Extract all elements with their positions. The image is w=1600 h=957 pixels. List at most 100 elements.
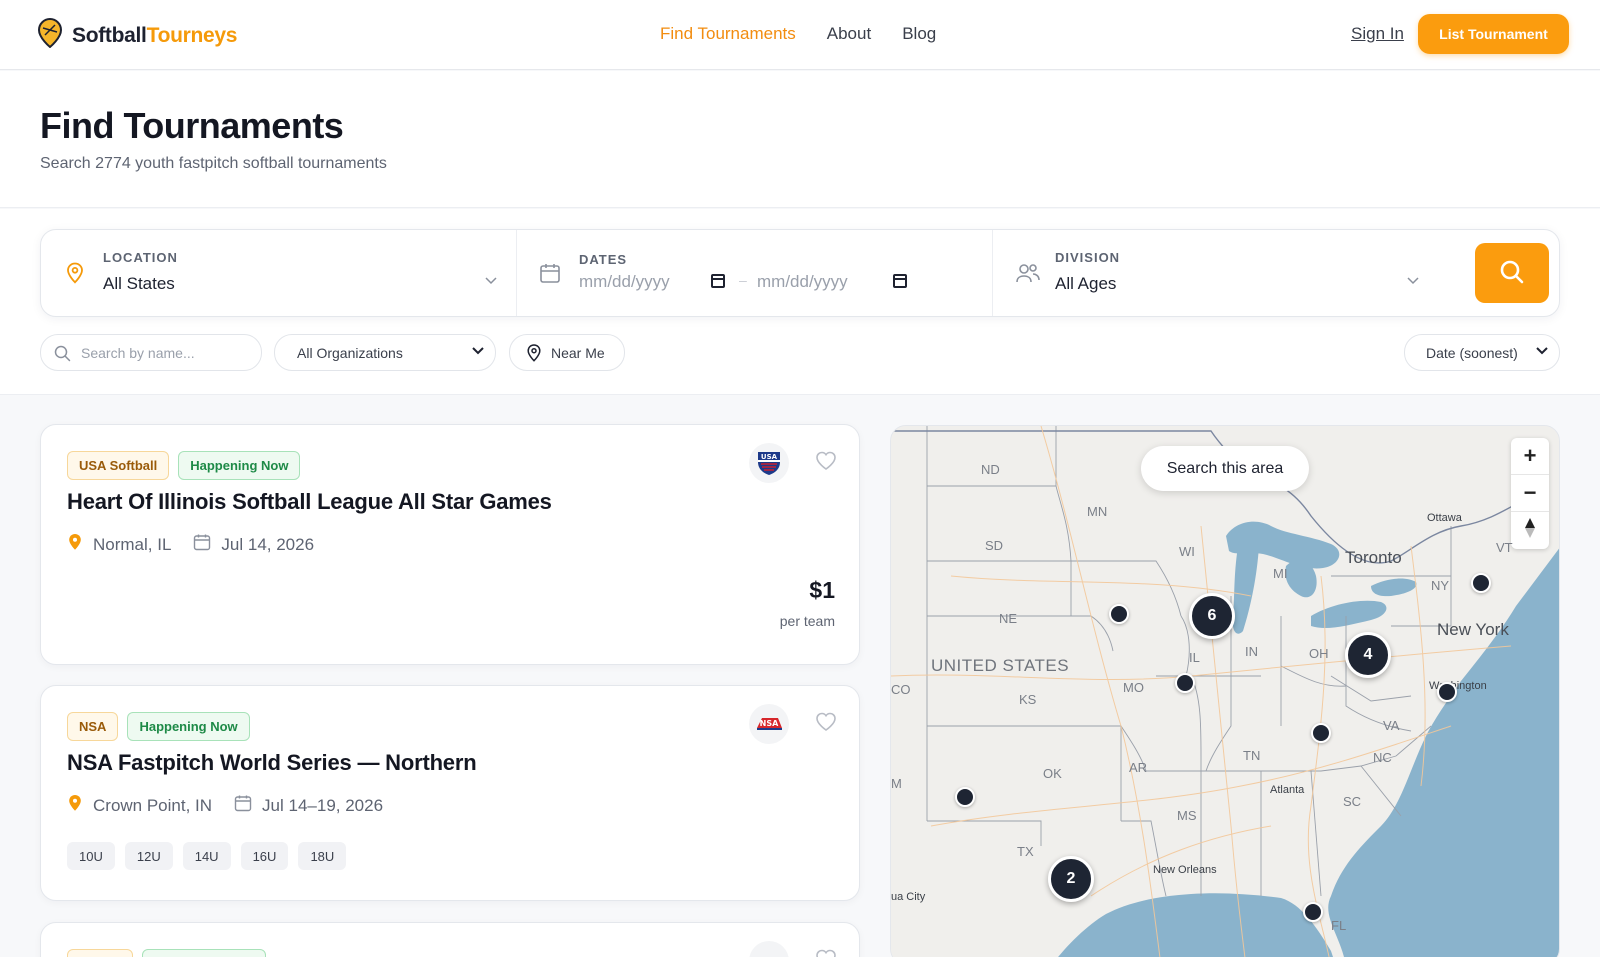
near-me-button[interactable]: Near Me bbox=[509, 334, 625, 371]
division-value: All Ages bbox=[1055, 274, 1117, 293]
state-label: NY bbox=[1431, 578, 1450, 593]
heart-icon[interactable] bbox=[815, 451, 837, 476]
search-bar: LOCATION All States DATES mm/dd/yyyy – m… bbox=[40, 229, 1560, 317]
location-label: LOCATION bbox=[103, 250, 178, 265]
usa-softball-logo: USA bbox=[749, 443, 789, 483]
age-tag: 10U bbox=[67, 842, 115, 870]
nsa-logo: NSA bbox=[749, 704, 789, 744]
heart-icon[interactable] bbox=[815, 949, 837, 957]
tournament-map-marker[interactable] bbox=[1175, 673, 1195, 693]
location-value: All States bbox=[103, 274, 175, 293]
brand-logo[interactable]: SoftballTourneys bbox=[37, 17, 237, 53]
search-button[interactable] bbox=[1475, 243, 1549, 303]
date-to-calendar-icon[interactable] bbox=[893, 274, 907, 288]
chevron-down-icon bbox=[471, 344, 485, 361]
state-label: CO bbox=[891, 682, 911, 697]
filters-section: LOCATION All States DATES mm/dd/yyyy – m… bbox=[0, 209, 1600, 395]
tournament-date: Jul 14–19, 2026 bbox=[262, 795, 384, 815]
search-by-name-input[interactable]: Search by name... bbox=[40, 334, 262, 371]
city-label: Ottawa bbox=[1427, 512, 1462, 524]
tournament-location: Normal, IL bbox=[93, 534, 172, 554]
search-icon bbox=[54, 345, 71, 365]
tournament-map-marker[interactable] bbox=[1471, 573, 1491, 593]
svg-text:USA: USA bbox=[761, 453, 778, 461]
map-pin-logo-icon bbox=[37, 17, 63, 53]
tournament-card[interactable]: USA Softball Happening Now USA Heart Of … bbox=[40, 424, 860, 665]
tournament-price: $1 bbox=[809, 577, 835, 603]
sign-in-link[interactable]: Sign In bbox=[1351, 24, 1404, 44]
state-label: KS bbox=[1019, 692, 1037, 707]
state-label: IN bbox=[1245, 644, 1258, 659]
state-label: FL bbox=[1331, 918, 1347, 933]
age-divisions: 10U 12U 14U 16U 18U bbox=[67, 842, 347, 870]
zoom-in-button[interactable]: + bbox=[1511, 438, 1549, 475]
list-tournament-button[interactable]: List Tournament bbox=[1418, 14, 1569, 54]
dates-range: DATES mm/dd/yyyy – mm/dd/yyyy bbox=[517, 230, 993, 316]
map-cluster-marker[interactable]: 4 bbox=[1345, 632, 1391, 678]
tournament-map[interactable]: Search this area + − ND MN SD WI MI NE I… bbox=[890, 425, 1560, 957]
near-me-label: Near Me bbox=[551, 344, 605, 361]
sort-select[interactable]: Date (soonest) bbox=[1404, 334, 1560, 371]
tournament-map-marker[interactable] bbox=[1109, 604, 1129, 624]
nav-about[interactable]: About bbox=[827, 24, 871, 44]
state-label: MS bbox=[1177, 808, 1197, 823]
location-pin-icon bbox=[65, 262, 85, 289]
state-label: M bbox=[891, 776, 902, 791]
age-tag: 12U bbox=[124, 842, 173, 870]
status-badge bbox=[142, 949, 266, 957]
division-label: DIVISION bbox=[1055, 250, 1121, 265]
tournament-map-marker[interactable] bbox=[1437, 682, 1457, 702]
svg-text:NSA: NSA bbox=[760, 719, 779, 728]
date-from-input[interactable]: mm/dd/yyyy bbox=[579, 272, 670, 292]
tournament-map-marker[interactable] bbox=[1303, 902, 1323, 922]
organization-badge: NSA bbox=[67, 712, 119, 741]
age-tag: 18U bbox=[298, 842, 347, 870]
tournament-map-marker[interactable] bbox=[955, 787, 975, 807]
status-badge: Happening Now bbox=[178, 451, 301, 480]
tournament-card[interactable]: NSA Happening Now NSA NSA Fastpitch Worl… bbox=[40, 685, 860, 901]
location-select[interactable]: LOCATION All States bbox=[41, 230, 517, 316]
main-nav: Find Tournaments About Blog bbox=[660, 24, 936, 44]
state-label: OH bbox=[1309, 646, 1329, 661]
tournament-title[interactable]: NSA Fastpitch World Series — Northern bbox=[67, 750, 477, 776]
calendar-icon bbox=[539, 262, 561, 289]
brand-name: SoftballTourneys bbox=[72, 24, 237, 48]
date-from-calendar-icon[interactable] bbox=[711, 274, 725, 288]
city-label: New York bbox=[1437, 620, 1509, 639]
date-to-input[interactable]: mm/dd/yyyy bbox=[757, 272, 848, 292]
state-label: VA bbox=[1383, 718, 1400, 733]
tournament-date: Jul 14, 2026 bbox=[221, 534, 315, 554]
city-label: ua City bbox=[891, 891, 926, 903]
city-label: Atlanta bbox=[1270, 784, 1305, 796]
organizations-select[interactable]: All Organizations bbox=[274, 334, 496, 371]
map-cluster-marker[interactable]: 6 bbox=[1189, 593, 1235, 639]
brand-name-part1: Softball bbox=[72, 23, 147, 47]
heart-icon[interactable] bbox=[815, 712, 837, 737]
tournament-title[interactable]: Heart Of Illinois Softball League All St… bbox=[67, 489, 552, 515]
organization-badge bbox=[67, 949, 133, 957]
brand-name-part2: Tourneys bbox=[146, 23, 238, 47]
zoom-out-button[interactable]: − bbox=[1511, 475, 1549, 512]
location-pin-icon bbox=[67, 533, 83, 556]
organization-badge: USA Softball bbox=[67, 451, 170, 480]
country-label: UNITED STATES bbox=[931, 656, 1070, 675]
compass-reset-button[interactable] bbox=[1511, 512, 1549, 549]
map-cluster-marker[interactable]: 2 bbox=[1048, 856, 1094, 902]
state-label: MI bbox=[1273, 566, 1288, 581]
nav-find-tournaments[interactable]: Find Tournaments bbox=[660, 24, 796, 44]
chevron-down-icon bbox=[485, 274, 497, 288]
top-navbar: SoftballTourneys Find Tournaments About … bbox=[0, 0, 1600, 70]
calendar-icon bbox=[234, 794, 252, 817]
search-this-area-button[interactable]: Search this area bbox=[1141, 446, 1309, 491]
state-label: AR bbox=[1129, 760, 1148, 775]
organizations-value: All Organizations bbox=[297, 344, 403, 361]
division-select[interactable]: DIVISION All Ages bbox=[993, 230, 1443, 316]
hero-section: Find Tournaments Search 2774 youth fastp… bbox=[0, 71, 1600, 208]
organization-logo bbox=[749, 941, 789, 957]
state-label: SD bbox=[985, 538, 1004, 553]
state-label: NC bbox=[1373, 750, 1392, 765]
nav-blog[interactable]: Blog bbox=[902, 24, 936, 44]
tournament-card[interactable] bbox=[40, 922, 860, 957]
tournament-map-marker[interactable] bbox=[1311, 723, 1331, 743]
map-zoom-controls: + − bbox=[1511, 438, 1549, 549]
